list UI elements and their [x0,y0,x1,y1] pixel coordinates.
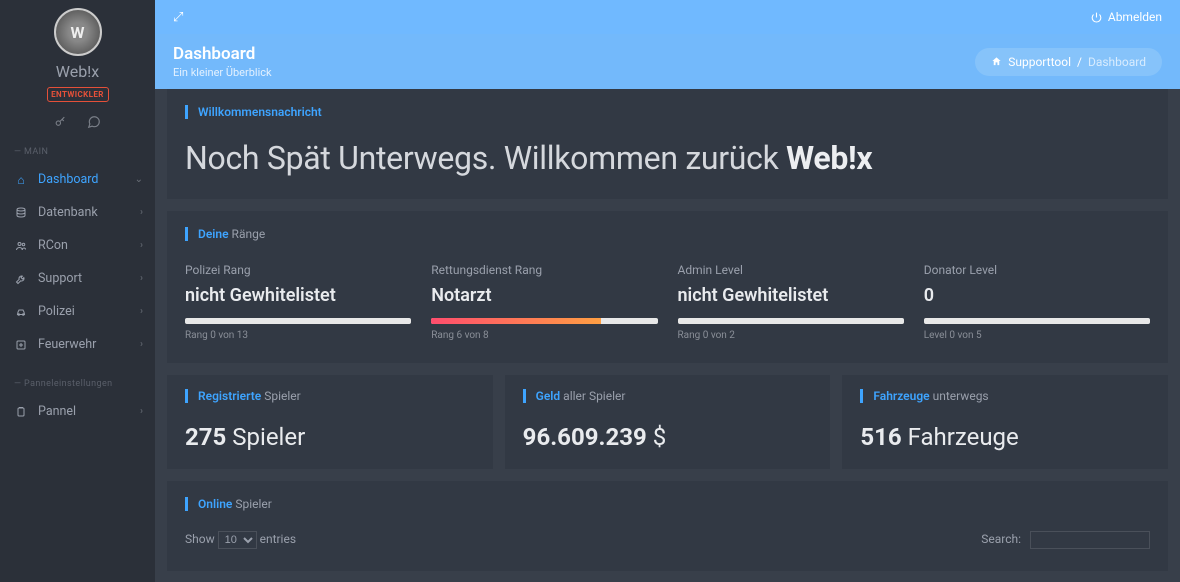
rank-card: Donator Level 0 Level 0 von 5 [924,263,1150,341]
online-head-rest: Spieler [235,497,272,511]
rank-value: nicht Gewhitelistet [185,285,411,306]
breadcrumb-sep: / [1077,55,1082,69]
avatar[interactable]: W [54,8,102,56]
logout-button[interactable]: Abmelden [1090,10,1162,24]
ranks-head-hl: Deine [198,227,229,241]
database-icon [14,206,28,220]
main: ⤢ Abmelden Dashboard Ein kleiner Überbli… [155,0,1180,582]
profile-name: Web!x [0,62,155,81]
entries-selector: Show 10 entries [185,531,296,549]
rank-label: Rettungsdienst Rang [431,263,657,277]
search-box: Search: [981,531,1150,549]
rank-meta: Rang 0 von 2 [678,330,904,341]
page-title: Dashboard [173,44,272,64]
online-panel: Online Spieler Show 10 entries Search: [167,481,1168,571]
page-size-select[interactable]: 10 [218,531,257,549]
chevron-right-icon: › [140,406,143,417]
nav-item-dashboard[interactable]: ⌂ Dashboard ⌄ [0,163,155,196]
profile-role-tag: ENTWICKLER [47,87,109,102]
ranks-head-rest: Ränge [232,227,266,241]
rank-meta: Level 0 von 5 [924,330,1150,341]
content-scroll[interactable]: Willkommensnachricht Noch Spät Unterwegs… [155,89,1180,582]
rank-label: Polizei Rang [185,263,411,277]
online-head-hl: Online [198,497,232,511]
nav-item-feuerwehr[interactable]: Feuerwehr › [0,328,155,361]
chevron-right-icon: › [140,339,143,350]
stat-card: Registrierte Spieler 275 Spieler [167,375,493,469]
people-icon [14,239,28,253]
stat-title-rest: unterwegs [933,389,989,403]
welcome-text: Noch Spät Unterwegs. Willkommen zurück W… [185,139,1150,177]
welcome-head: Willkommensnachricht [198,105,322,119]
expand-icon[interactable]: ⤢ [173,10,183,25]
chevron-down-icon: ⌄ [135,174,143,185]
stat-value: 516 Fahrzeuge [860,423,1150,451]
rank-value: nicht Gewhitelistet [678,285,904,306]
nav-item-rcon[interactable]: RCon › [0,229,155,262]
breadcrumb-root[interactable]: Supporttool [1008,55,1071,69]
rank-progress [185,318,411,324]
stat-card: Fahrzeuge unterwegs 516 Fahrzeuge [842,375,1168,469]
rank-value: Notarzt [431,285,657,306]
nav-item-pannel[interactable]: Pannel › [0,395,155,428]
rank-progress [924,318,1150,324]
nav-label: Pannel [38,404,76,419]
logout-label: Abmelden [1108,10,1162,24]
nav-item-support[interactable]: Support › [0,262,155,295]
nav-label: Support [38,271,82,286]
stat-title-hl: Registrierte [198,389,261,403]
chevron-right-icon: › [140,273,143,284]
page-header: Dashboard Ein kleiner Überblick Supportt… [155,34,1180,89]
nav-label: Polizei [38,304,75,319]
stat-card: Geld aller Spieler 96.609.239 $ [505,375,831,469]
stat-title-rest: aller Spieler [563,389,625,403]
search-input[interactable] [1030,531,1150,549]
car-icon [14,305,28,319]
nav-label: Feuerwehr [38,337,96,352]
rank-meta: Rang 6 von 8 [431,330,657,341]
rank-value: 0 [924,285,1150,306]
plus-box-icon [14,338,28,352]
stat-title-hl: Geld [536,389,561,403]
breadcrumb: Supporttool / Dashboard [975,48,1162,76]
breadcrumb-current: Dashboard [1088,55,1146,69]
nav-section-panel: — Panneleinstellungen [0,361,155,395]
chevron-right-icon: › [140,207,143,218]
home-icon: ⌂ [14,173,28,187]
rank-card: Rettungsdienst Rang Notarzt Rang 6 von 8 [431,263,657,341]
ranks-panel: Deine Ränge Polizei Rang nicht Gewhitelis… [167,211,1168,363]
nav-item-datenbank[interactable]: Datenbank › [0,196,155,229]
nav-label: RCon [38,238,68,253]
clipboard-icon [14,405,28,419]
rank-progress [678,318,904,324]
stat-value: 275 Spieler [185,423,475,451]
nav-label: Datenbank [38,205,98,220]
sidebar: W Web!x ENTWICKLER — MAIN ⌂ Dashboard ⌄ D… [0,0,155,582]
rank-progress [431,318,657,324]
nav-section-main: — MAIN [0,129,155,163]
rank-card: Polizei Rang nicht Gewhitelistet Rang 0 vo… [185,263,411,341]
chevron-right-icon: › [140,240,143,251]
home-icon [991,56,1002,67]
chat-icon[interactable] [87,114,101,129]
stat-title-hl: Fahrzeuge [873,389,929,403]
stat-title-rest: Spieler [264,389,301,403]
rank-label: Donator Level [924,263,1150,277]
welcome-panel: Willkommensnachricht Noch Spät Unterwegs… [167,89,1168,199]
rank-card: Admin Level nicht Gewhitelistet Rang 0 von… [678,263,904,341]
nav-label: Dashboard [38,172,98,187]
topbar: ⤢ Abmelden [155,0,1180,34]
power-icon [1090,11,1103,24]
rank-label: Admin Level [678,263,904,277]
nav-item-polizei[interactable]: Polizei › [0,295,155,328]
key-icon[interactable] [54,114,67,129]
chevron-right-icon: › [140,306,143,317]
stat-value: 96.609.239 $ [523,423,813,451]
page-subtitle: Ein kleiner Überblick [173,66,272,79]
rank-meta: Rang 0 von 13 [185,330,411,341]
wrench-icon [14,272,28,286]
